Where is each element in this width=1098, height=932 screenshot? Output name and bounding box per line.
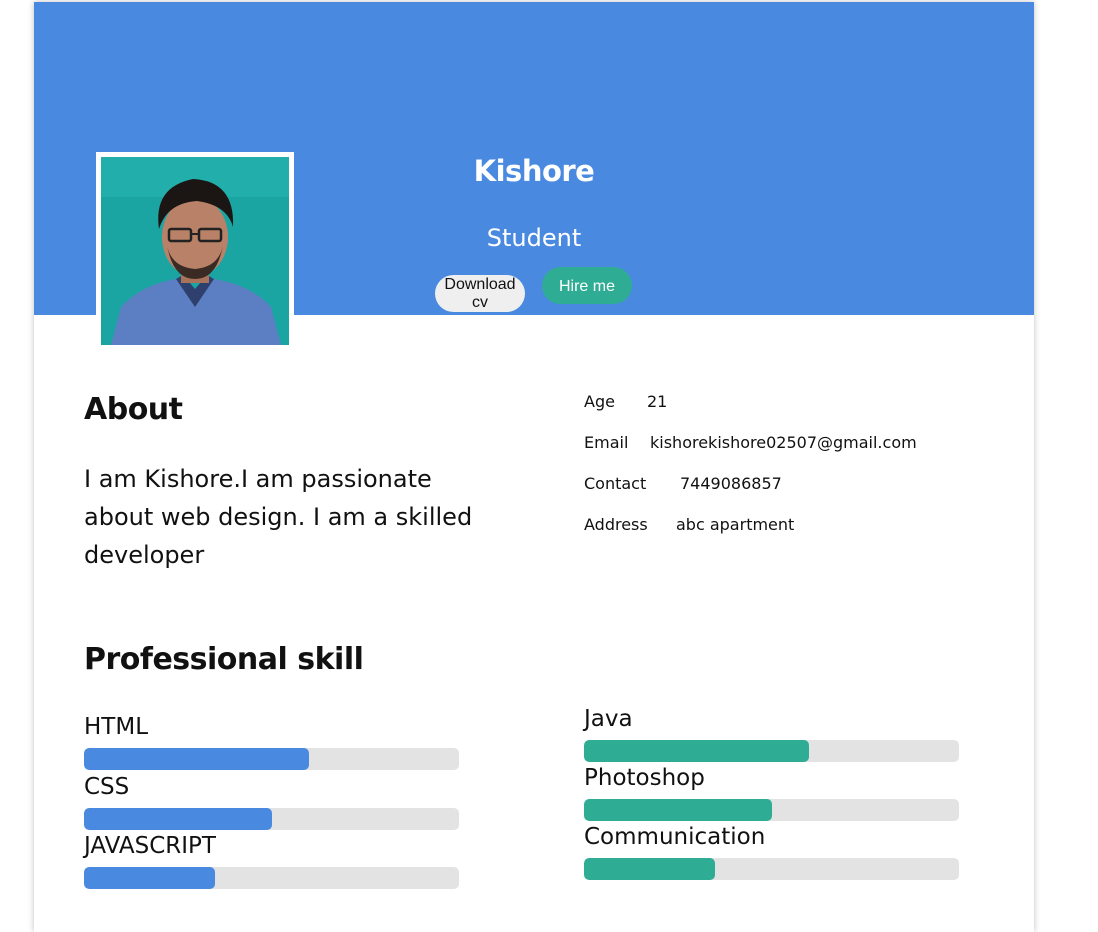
info-label: Address [584, 515, 648, 534]
info-value: 7449086857 [680, 474, 782, 493]
skill-bar-fill [84, 867, 216, 889]
info-label: Age [584, 392, 615, 411]
info-row-email: Email kishorekishore02507@gmail.com [584, 431, 917, 455]
skill-bar-track [84, 748, 459, 770]
skill-bar-fill [584, 799, 772, 821]
skill-bar-fill [84, 748, 309, 770]
info-row-address: Address abc apartment [584, 513, 794, 537]
profile-photo [101, 157, 289, 345]
skill-label: Java [584, 706, 633, 732]
download-cv-button[interactable]: Download cv [435, 275, 525, 312]
skill-bar-track [84, 808, 459, 830]
skill-label: HTML [84, 714, 149, 740]
info-label: Contact [584, 474, 647, 493]
skill-bar-fill [84, 808, 272, 830]
profile-photo-frame [96, 152, 294, 346]
resume-card: Kishore Student Download cv Hire me Abou… [34, 2, 1034, 932]
about-heading: About [84, 392, 183, 427]
info-value: 21 [647, 392, 668, 411]
info-row-age: Age 21 [584, 390, 667, 414]
skill-bar-track [584, 740, 959, 762]
skill-label: CSS [84, 774, 130, 800]
hire-me-button[interactable]: Hire me [542, 267, 632, 304]
info-label: Email [584, 433, 629, 452]
info-value: abc apartment [676, 515, 795, 534]
skill-bar-track [584, 858, 959, 880]
skill-label: JAVASCRIPT [84, 833, 216, 859]
profile-name: Kishore [473, 154, 595, 188]
profile-role: Student [486, 224, 582, 252]
skill-bar-track [84, 867, 459, 889]
skill-label: Communication [584, 824, 766, 850]
skill-bar-track [584, 799, 959, 821]
info-value: kishorekishore02507@gmail.com [650, 433, 917, 452]
skills-heading: Professional skill [84, 642, 364, 677]
info-row-contact: Contact 7449086857 [584, 472, 782, 496]
about-text: I am Kishore.I am passionate about web d… [84, 465, 473, 569]
skill-bar-fill [584, 740, 809, 762]
person-silhouette-icon [101, 157, 289, 345]
skill-label: Photoshop [584, 765, 705, 791]
skill-bar-fill [584, 858, 716, 880]
